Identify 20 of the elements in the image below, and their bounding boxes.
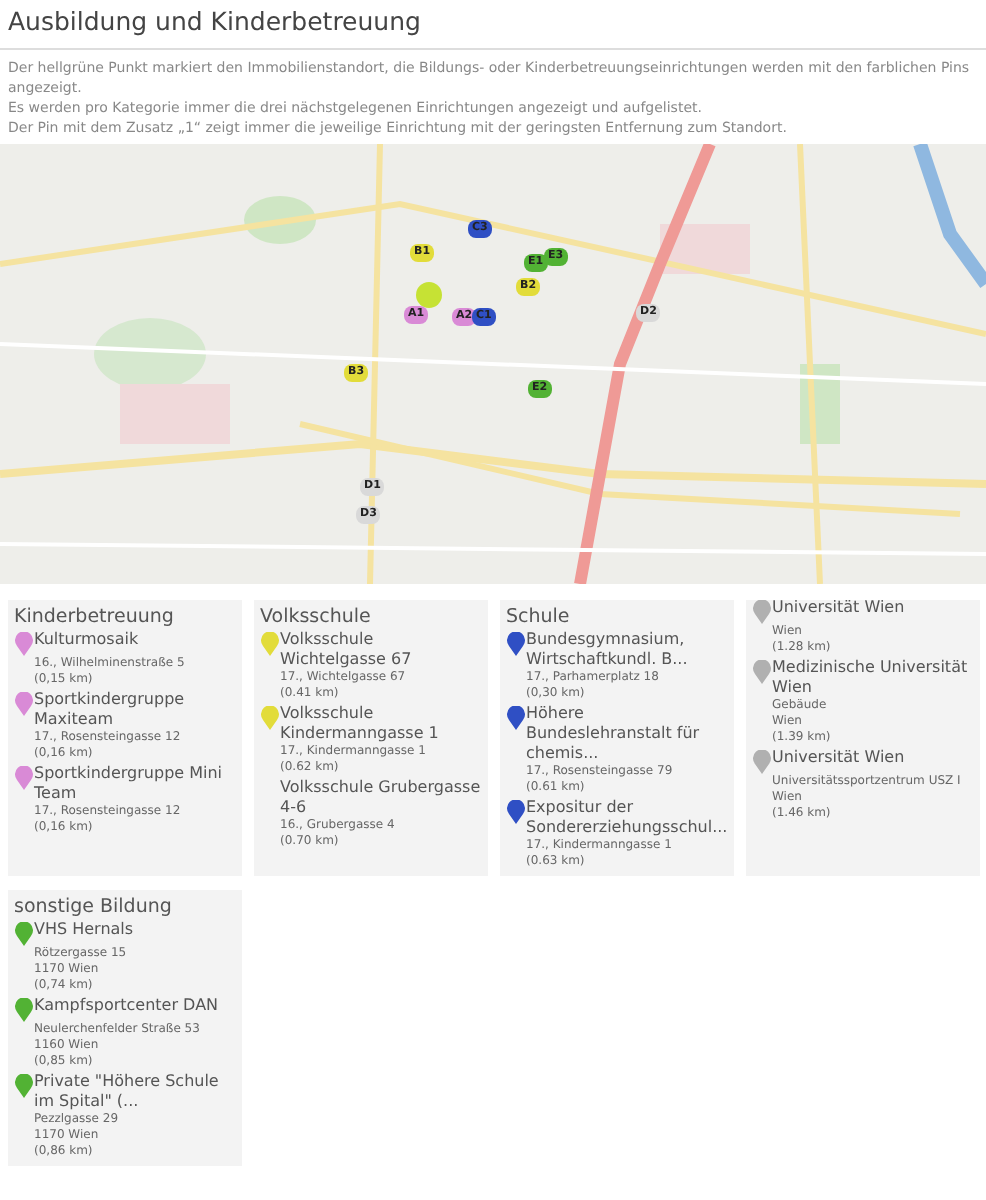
place-name: Private "Höhere Schule im Spital" (... xyxy=(34,1072,221,1112)
category-heading: Kinderbetreuung xyxy=(14,606,176,628)
place-name: Sportkindergruppe Mini Team xyxy=(34,764,225,804)
place-name: Universität Wien xyxy=(772,748,905,768)
place-name: Volksschule Kindermanngasse 1 xyxy=(280,704,441,744)
category-heading: sonstige Bildung xyxy=(14,896,174,918)
place-name: Universität Wien xyxy=(772,600,905,618)
place-name: Volksschule Grubergasse 4-6 xyxy=(278,778,482,818)
place-name: Expositur der Sondererziehungsschul... xyxy=(526,798,728,838)
page-title: Ausbildung und Kinderbetreuung xyxy=(0,0,986,50)
place-name: Volksschule Wichtelgasse 67 xyxy=(280,630,414,670)
place-name: Höhere Bundeslehranstalt für chemis... xyxy=(526,704,702,764)
place-name: VHS Hernals xyxy=(34,920,134,940)
place-name: Medizinische Universität Wien xyxy=(772,658,970,698)
category-heading: Schule xyxy=(506,606,572,628)
place-name: Kampfsportcenter DAN xyxy=(34,996,219,1016)
place-name: Bundesgymnasium, Wirtschaftkundl. B... xyxy=(526,630,690,670)
category-heading: Volksschule xyxy=(260,606,373,628)
place-name: Kulturmosaik xyxy=(34,630,139,650)
place-name: Sportkindergruppe Maxiteam xyxy=(34,690,187,730)
